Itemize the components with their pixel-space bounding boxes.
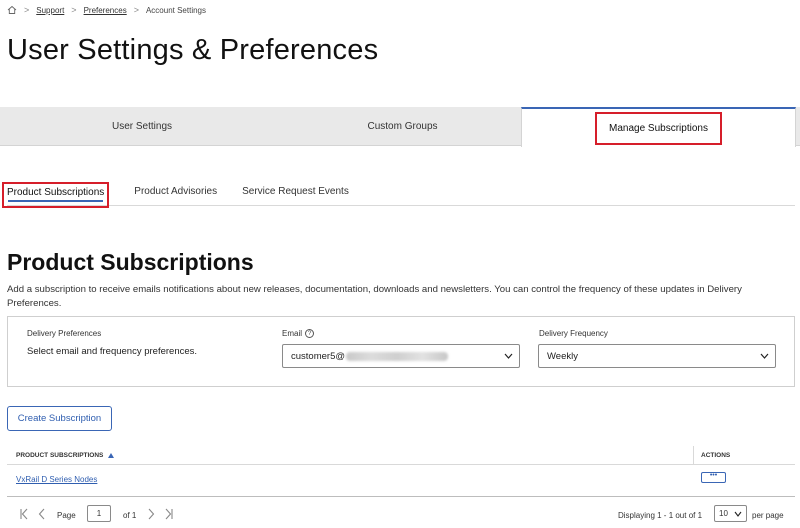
per-page-label: per page [752,511,784,520]
previous-page-icon[interactable] [37,508,47,520]
display-count-text: Displaying 1 - 1 out of 1 [618,511,703,520]
create-subscription-button[interactable]: Create Subscription [7,406,112,431]
page-title: User Settings & Preferences [7,34,379,66]
first-page-icon[interactable] [19,508,29,520]
active-tab-indicator [8,200,104,202]
subtab-label: Product Subscriptions [2,182,110,208]
next-page-icon[interactable] [146,508,156,520]
home-icon[interactable] [7,5,17,15]
delivery-preferences-panel: Delivery Preferences Select email and fr… [7,316,795,387]
main-tabs: User Settings Custom Groups Manage Subsc… [0,107,800,147]
row-actions-button[interactable]: ••• [701,472,726,483]
sub-tabs: Product Subscriptions Product Advisories… [2,180,795,208]
per-page-value: 10 [719,509,728,518]
page-number-input[interactable]: 1 [87,505,111,522]
frequency-value: Weekly [547,350,578,362]
delivery-frequency-label: Delivery Frequency [539,329,608,338]
subscription-name-link[interactable]: VxRail D Series Nodes [16,475,97,484]
pagination: Page 1 of 1 Displaying 1 - 1 out of 1 10… [7,505,795,527]
tab-label: Manage Subscriptions [595,111,722,145]
email-label: Email ? [282,329,315,338]
tab-custom-groups[interactable]: Custom Groups [284,107,521,146]
subtab-product-advisories[interactable]: Product Advisories [134,180,217,206]
page-count-label: of 1 [123,511,137,520]
per-page-select[interactable]: 10 [714,505,747,522]
delivery-preferences-label: Delivery Preferences [27,329,102,338]
page-label: Page [57,511,76,520]
subscriptions-table: PRODUCT SUBSCRIPTIONS ACTIONS VxRail D S… [7,446,795,497]
subtab-label: Product Advisories [134,186,218,197]
redacted-email [346,351,448,361]
subtab-label: Service Request Events [242,186,349,197]
delivery-frequency-select[interactable]: Weekly [538,344,776,368]
chevron-down-icon [760,353,769,359]
email-value: customer5@ [291,350,345,362]
subtab-service-request-events[interactable]: Service Request Events [242,180,349,206]
section-title: Product Subscriptions [7,249,254,275]
tab-manage-subscriptions[interactable]: Manage Subscriptions [521,107,796,147]
column-header-product-subscriptions[interactable]: PRODUCT SUBSCRIPTIONS [16,452,115,459]
last-page-icon[interactable] [164,508,174,520]
email-select[interactable]: customer5@ [282,344,520,368]
breadcrumb-preferences-link[interactable]: Preferences [84,6,127,15]
delivery-preferences-text: Select email and frequency preferences. [27,346,198,357]
table-header: PRODUCT SUBSCRIPTIONS ACTIONS [7,446,795,465]
section-description: Add a subscription to receive emails not… [7,284,742,309]
breadcrumb-separator: > [24,5,30,15]
subtab-product-subscriptions[interactable]: Product Subscriptions [2,180,110,208]
help-icon[interactable]: ? [305,329,315,338]
email-label-text: Email [282,329,303,338]
breadcrumb-support-link[interactable]: Support [36,6,64,15]
chevron-down-icon [504,353,513,359]
table-row: VxRail D Series Nodes ••• [7,465,795,497]
chevron-down-icon [734,511,742,517]
tab-user-settings[interactable]: User Settings [0,107,284,146]
breadcrumb-current: Account Settings [145,5,207,15]
tab-label: User Settings [111,121,173,132]
column-header-actions: ACTIONS [693,446,730,465]
breadcrumb-separator: > [133,5,139,15]
breadcrumb-separator: > [71,5,77,15]
column-header-label: PRODUCT SUBSCRIPTIONS [16,452,104,459]
tab-label: Custom Groups [367,121,438,132]
sort-ascending-icon [108,453,115,458]
subtab-text: Product Subscriptions [7,187,105,198]
breadcrumb: > Support > Preferences > Account Settin… [7,3,206,17]
